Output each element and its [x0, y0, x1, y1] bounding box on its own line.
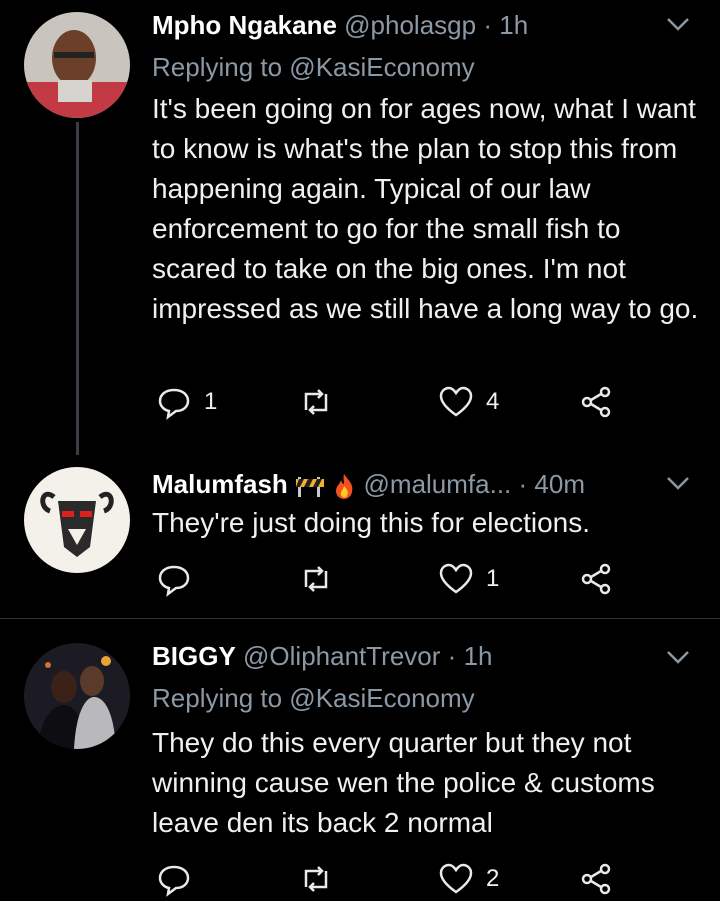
avatar[interactable]	[24, 467, 130, 573]
display-name[interactable]: Mpho Ngakane	[152, 10, 337, 40]
thread-line	[76, 122, 79, 455]
dot-separator: ·	[447, 641, 457, 671]
retweet-icon	[304, 389, 328, 415]
tweet-header: Mpho Ngakane @pholasgp · 1h	[152, 8, 528, 42]
tweet-malumfash[interactable]: Malumfash @malumfa... · 40m They're just…	[0, 455, 720, 618]
dot-separator: ·	[518, 469, 528, 499]
tweet-text: It's been going on for ages now, what I …	[152, 93, 699, 324]
reply-button[interactable]	[156, 857, 204, 901]
handle[interactable]: @OliphantTrevor	[243, 641, 440, 671]
replying-to[interactable]: Replying to @KasiEconomy	[152, 681, 475, 715]
action-bar: 1	[152, 557, 632, 601]
tweet-text: They're just doing this for elections.	[152, 507, 591, 538]
fire-emoji	[336, 474, 353, 500]
share-button[interactable]	[578, 380, 614, 424]
reply-button[interactable]: 1	[156, 380, 217, 424]
like-icon	[439, 386, 473, 417]
retweet-icon	[304, 866, 328, 892]
replying-to[interactable]: Replying to @KasiEconomy	[152, 50, 475, 84]
like-count: 2	[486, 865, 500, 892]
retweet-button[interactable]	[298, 857, 346, 901]
tweet-text: They do this every quarter but they not …	[152, 727, 655, 838]
tweet-biggy[interactable]: BIGGY @OliphantTrevor · 1h Replying to @…	[0, 619, 720, 897]
like-icon	[439, 863, 473, 894]
reply-count: 1	[204, 388, 218, 415]
share-icon	[581, 863, 611, 895]
share-button[interactable]	[578, 857, 614, 901]
reply-icon	[158, 865, 190, 897]
handle[interactable]: @malumfa...	[364, 469, 512, 499]
tweet-header: BIGGY @OliphantTrevor · 1h	[152, 639, 492, 673]
like-button[interactable]: 1	[438, 557, 499, 601]
like-count: 4	[486, 388, 500, 415]
tweet-header: Malumfash @malumfa... · 40m	[152, 467, 585, 501]
display-name[interactable]: BIGGY	[152, 641, 236, 671]
share-icon	[581, 386, 611, 418]
action-bar: 2	[152, 857, 632, 901]
retweet-button[interactable]	[298, 380, 346, 424]
timestamp[interactable]: 1h	[464, 641, 493, 671]
reply-icon	[158, 565, 190, 597]
like-button[interactable]: 2	[438, 857, 499, 901]
chevron-down-icon[interactable]	[662, 641, 694, 673]
action-bar: 1 4	[152, 380, 632, 424]
avatar[interactable]	[24, 643, 130, 749]
display-name[interactable]: Malumfash	[152, 469, 288, 499]
timestamp[interactable]: 1h	[499, 10, 528, 40]
retweet-button[interactable]	[298, 557, 346, 601]
like-count: 1	[486, 565, 500, 592]
retweet-icon	[304, 566, 328, 592]
timestamp[interactable]: 40m	[534, 469, 585, 499]
reply-icon	[158, 388, 190, 420]
share-button[interactable]	[578, 557, 614, 601]
reply-button[interactable]	[156, 557, 204, 601]
chevron-down-icon[interactable]	[662, 8, 694, 40]
like-icon	[439, 563, 473, 594]
chevron-down-icon[interactable]	[662, 467, 694, 499]
construction-emoji	[296, 477, 325, 498]
dot-separator: ·	[483, 10, 492, 40]
avatar[interactable]	[24, 12, 130, 118]
share-icon	[581, 563, 611, 595]
like-button[interactable]: 4	[438, 380, 499, 424]
handle[interactable]: @pholasgp	[344, 10, 476, 40]
tweet-mpho[interactable]: Mpho Ngakane @pholasgp · 1h Replying to …	[0, 0, 720, 455]
